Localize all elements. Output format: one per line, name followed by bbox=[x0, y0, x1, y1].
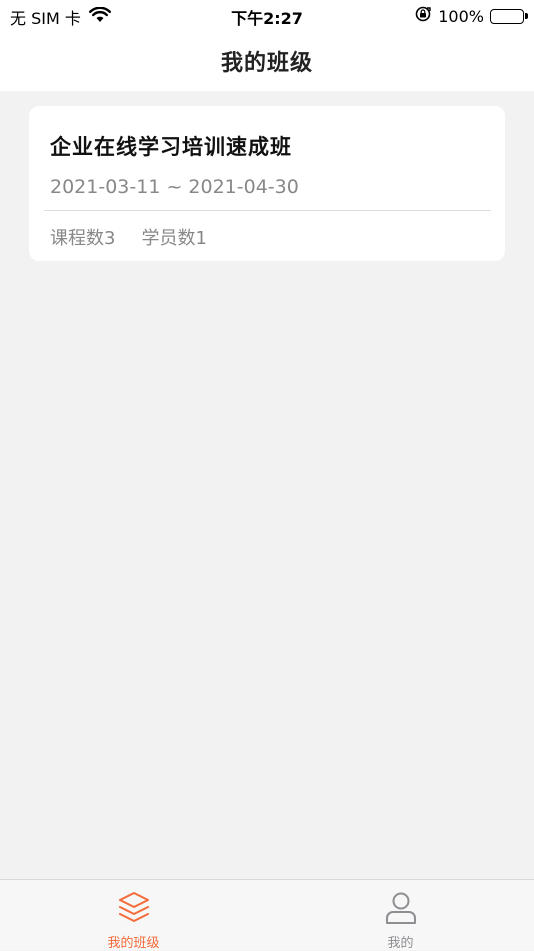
course-count: 课程数3 bbox=[50, 228, 116, 249]
tab-bar: 我的班级 我的 bbox=[0, 879, 534, 951]
status-bar: 无 SIM 卡 下午2:27 100% bbox=[0, 0, 534, 30]
tab-my-class[interactable]: 我的班级 bbox=[0, 880, 267, 951]
class-stats: 课程数3 学员数1 bbox=[50, 224, 207, 250]
card-divider bbox=[44, 210, 491, 211]
battery-tip bbox=[525, 13, 528, 19]
class-card[interactable]: 企业在线学习培训速成班 2021-03-11 ~ 2021-04-30 课程数3… bbox=[29, 106, 505, 261]
battery-percent: 100% bbox=[438, 6, 484, 26]
nav-bar: 我的班级 bbox=[0, 30, 534, 91]
battery-icon bbox=[490, 8, 528, 24]
tab-my-class-label: 我的班级 bbox=[107, 936, 160, 951]
layers-icon bbox=[116, 890, 152, 926]
user-icon bbox=[383, 890, 419, 926]
student-count: 学员数1 bbox=[141, 228, 207, 249]
tab-mine[interactable]: 我的 bbox=[267, 880, 534, 951]
tab-mine-label: 我的 bbox=[387, 936, 414, 951]
class-title: 企业在线学习培训速成班 bbox=[50, 135, 292, 159]
status-right: 100% bbox=[414, 5, 528, 27]
class-date-range: 2021-03-11 ~ 2021-04-30 bbox=[50, 176, 299, 198]
page-title: 我的班级 bbox=[220, 50, 313, 76]
rotation-lock-icon bbox=[414, 5, 432, 27]
